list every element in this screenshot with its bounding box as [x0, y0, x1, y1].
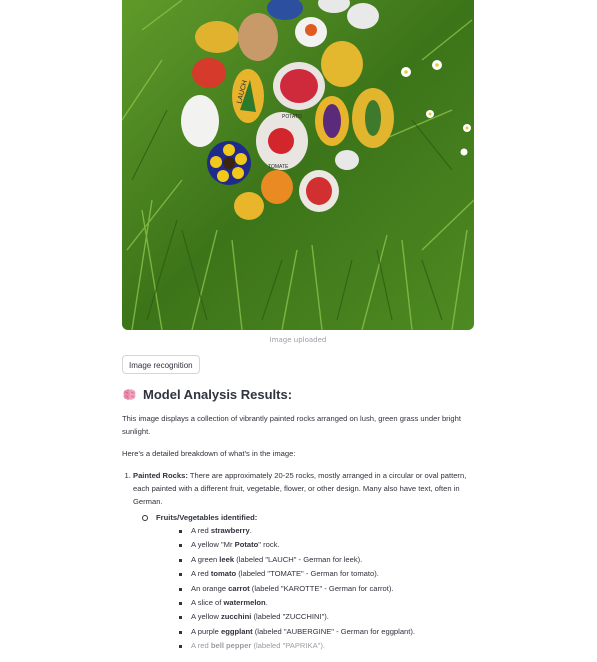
results-heading-text: Model Analysis Results:: [143, 387, 293, 402]
list-item: A green leek (labeled "LAUCH" - German f…: [156, 553, 467, 567]
item-text: (labeled "TOMATE" - German for tomato).: [236, 569, 379, 579]
item-name: leek: [219, 554, 235, 564]
painted-rocks-photo: LAUCH POTATO TOMATE: [122, 0, 474, 330]
item-text: .: [249, 526, 252, 535]
sub-list: Fruits/Vegetables identified: A red stra…: [133, 511, 467, 654]
item-text: (labeled "PAPRIKA").: [251, 641, 325, 651]
breakdown-intro: Here's a detailed breakdown of what's in…: [122, 449, 296, 458]
rock-label-tomate: TOMATE: [268, 164, 289, 170]
sub-list-item: Fruits/Vegetables identified: A red stra…: [133, 511, 467, 654]
item-text: (labeled "LAUCH" - German for leek).: [234, 554, 363, 564]
item-text: A purple: [191, 626, 221, 636]
image-recognition-button[interactable]: Image recognition: [122, 355, 200, 374]
item-text: An orange: [191, 583, 229, 593]
item-name: tomato: [210, 569, 237, 579]
item-name: zucchini: [220, 612, 252, 622]
list-item: A slice of watermelon.: [156, 596, 467, 610]
item-name: strawberry: [210, 526, 250, 535]
items-list: A red strawberry. A yellow "Mr Potato" r…: [156, 524, 467, 654]
item-text: (labeled "KAROTTE" - German for carrot).: [249, 583, 394, 593]
item-text: .: [265, 598, 268, 608]
intro-paragraph: This image displays a collection of vibr…: [122, 414, 461, 436]
list-item: A red strawberry.: [156, 524, 467, 538]
list-item: An orange carrot (labeled "KAROTTE" - Ge…: [156, 582, 467, 596]
list-item: A red bell pepper (labeled "PAPRIKA").: [156, 639, 467, 653]
item-text: A red: [191, 641, 211, 651]
item-name: eggplant: [220, 626, 253, 636]
breakdown-list: Painted Rocks: There are approximately 2…: [122, 469, 467, 654]
subheading: Fruits/Vegetables identified:: [156, 513, 258, 522]
item-name: Potato: [234, 540, 259, 550]
list-item: A purple eggplant (labeled "AUBERGINE" -…: [156, 625, 467, 639]
item-text: (labeled "ZUCCHINI").: [251, 612, 329, 622]
list-item: A yellow "Mr Potato" rock.: [156, 538, 467, 552]
item-text: A yellow "Mr: [191, 540, 235, 550]
item-text: A red: [191, 569, 211, 579]
item-text: " rock.: [258, 540, 280, 550]
list-item: A red tomato (labeled "TOMATE" - German …: [156, 567, 467, 581]
item-text: A green: [191, 554, 220, 564]
item-name: watermelon: [223, 598, 266, 608]
item-text: A yellow: [191, 612, 221, 622]
item-name: bell pepper: [210, 641, 252, 651]
list-item: A yellow zucchini (labeled "ZUCCHINI").: [156, 610, 467, 624]
rock-label-potato: POTATO: [282, 114, 302, 120]
item-text: A slice of: [191, 598, 224, 608]
list-item: Painted Rocks: There are approximately 2…: [133, 469, 467, 654]
results-content: This image displays a collection of vibr…: [122, 412, 467, 662]
item-text: (labeled "AUBERGINE" - German for eggpla…: [252, 626, 416, 636]
point-title: Painted Rocks:: [133, 471, 188, 480]
results-heading: Model Analysis Results:: [122, 387, 292, 402]
brain-icon: [122, 387, 137, 402]
image-caption: Image uploaded: [269, 336, 327, 344]
uploaded-image: LAUCH POTATO TOMATE: [122, 0, 474, 330]
item-name: carrot: [228, 583, 250, 593]
item-text: A red: [191, 526, 211, 535]
